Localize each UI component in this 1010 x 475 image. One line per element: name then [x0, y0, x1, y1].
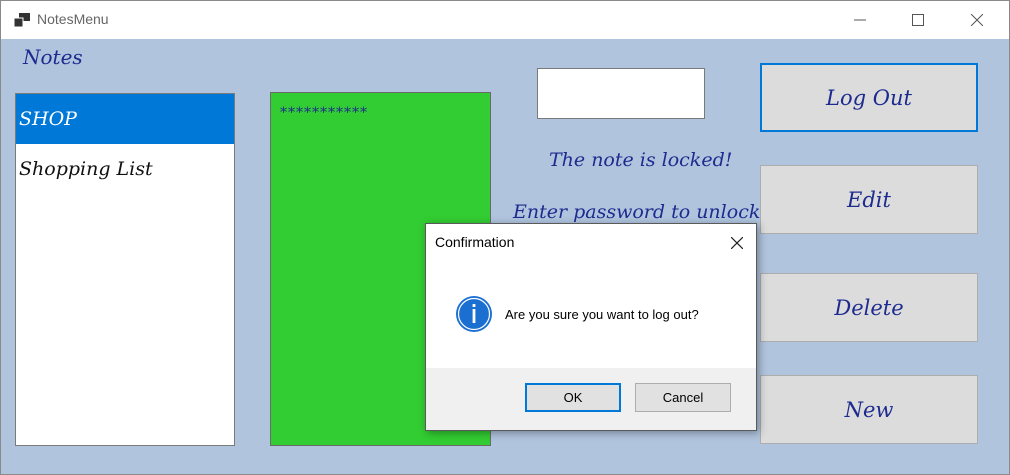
minimize-button[interactable] — [837, 1, 883, 39]
dialog-footer: OK Cancel — [426, 368, 756, 430]
note-masked-text: *********** — [280, 105, 368, 121]
window-title: NotesMenu — [37, 11, 109, 27]
notes-menu-window: NotesMenu Notes SHOP Shopping List *****… — [0, 0, 1010, 475]
password-input[interactable] — [537, 68, 705, 119]
log-out-button[interactable]: Log Out — [760, 63, 978, 132]
notes-list[interactable]: SHOP Shopping List — [15, 93, 235, 446]
close-icon — [971, 14, 983, 26]
ok-button[interactable]: OK — [525, 383, 621, 412]
list-item-shopping-list[interactable]: Shopping List — [16, 144, 234, 194]
unlock-message: Enter password to unlock it! — [513, 201, 788, 223]
dialog-title: Confirmation — [435, 234, 515, 250]
close-window-button[interactable] — [954, 1, 1000, 39]
notes-label: Notes — [23, 45, 83, 69]
confirmation-dialog: Confirmation Are you sure you want to lo… — [425, 223, 757, 431]
cancel-button[interactable]: Cancel — [635, 383, 731, 412]
title-bar[interactable]: NotesMenu — [1, 1, 1009, 39]
close-icon — [731, 237, 743, 249]
maximize-icon — [912, 14, 924, 26]
dialog-message: Are you sure you want to log out? — [505, 307, 699, 322]
delete-button[interactable]: Delete — [760, 273, 978, 342]
dialog-close-button[interactable] — [722, 228, 752, 258]
maximize-button[interactable] — [895, 1, 941, 39]
app-window-icon — [14, 13, 30, 27]
list-item-shop[interactable]: SHOP — [16, 94, 234, 144]
minimize-icon — [854, 19, 866, 21]
edit-button[interactable]: Edit — [760, 165, 978, 234]
new-button[interactable]: New — [760, 375, 978, 444]
info-icon — [456, 296, 492, 332]
locked-message: The note is locked! — [549, 149, 733, 171]
